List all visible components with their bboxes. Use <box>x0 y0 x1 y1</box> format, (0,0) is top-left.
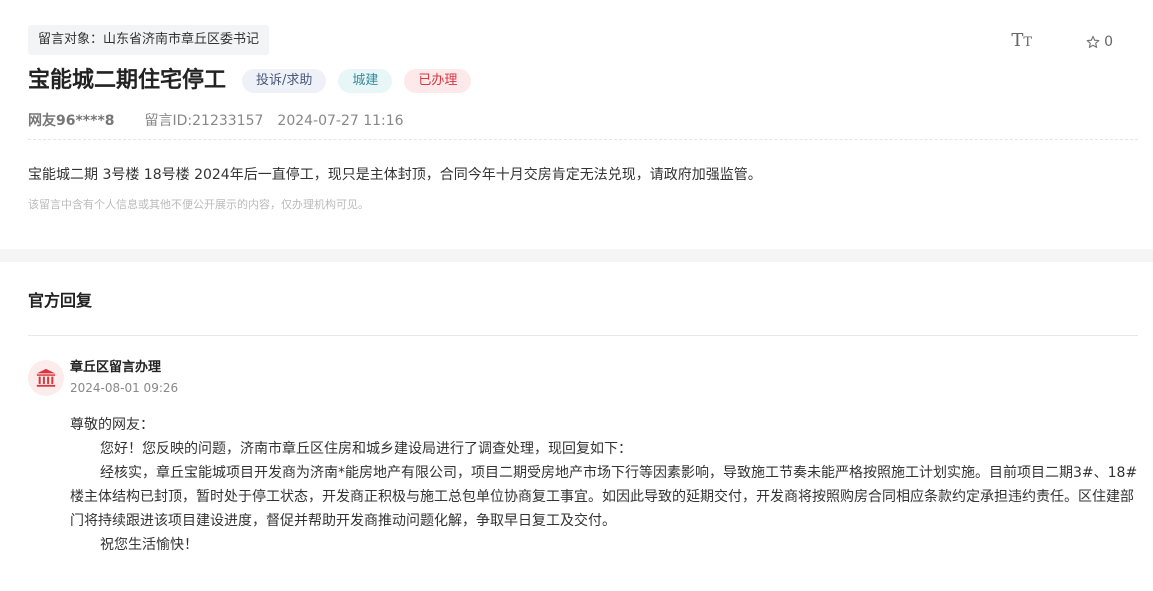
page-title: 宝能城二期住宅停工 <box>28 68 227 93</box>
tag-type: 投诉/求助 <box>242 69 327 93</box>
message-content: 宝能城二期 3号楼 18号楼 2024年后一直停工，现只是主体封顶，合同今年十月… <box>28 167 762 183</box>
favorite-button[interactable]: 0 <box>1086 34 1113 50</box>
reply-department: 章丘区留言办理 <box>70 360 162 375</box>
message-time: 2024-07-27 11:16 <box>277 113 404 129</box>
font-size-icon[interactable]: TT <box>1011 30 1032 54</box>
divider <box>28 139 1138 140</box>
avatar <box>28 360 64 396</box>
government-building-icon <box>36 368 56 387</box>
reply-divider <box>28 335 1138 336</box>
toolbar: TT 0 <box>1011 30 1113 54</box>
reply-section-title: 官方回复 <box>28 291 93 310</box>
star-icon <box>1086 35 1100 49</box>
reply-closing: 祝您生活愉快！ <box>100 537 198 553</box>
message-card: 留言对象：山东省济南市章丘区委书记 TT 0 宝能城二期住宅停工 投诉/求助 城… <box>0 0 1153 249</box>
privacy-note: 该留言中含有个人信息或其他不便公开展示的内容，仅办理机构可见。 <box>28 198 369 211</box>
reply-greeting: 尊敬的网友： <box>70 417 154 433</box>
status-badge: 已办理 <box>404 69 472 93</box>
message-meta: 网友96****8 留言ID:21233157 2024-07-27 11:16 <box>28 110 404 132</box>
reply-paragraph-1: 您好！您反映的问题，济南市章丘区住房和城乡建设局进行了调查处理，现回复如下： <box>100 441 632 457</box>
message-target: 留言对象：山东省济南市章丘区委书记 <box>28 25 270 55</box>
reply-time: 2024-08-01 09:26 <box>70 381 179 395</box>
reply-paragraph-2: 经核实，章丘宝能城项目开发商为济南*能房地产有限公司，项目二期受房地产市场下行等… <box>70 465 1138 529</box>
reply-body: 尊敬的网友： 您好！您反映的问题，济南市章丘区住房和城乡建设局进行了调查处理，现… <box>70 413 1140 557</box>
user-name: 网友96****8 <box>28 113 115 129</box>
message-id: 留言ID:21233157 <box>144 113 264 129</box>
favorite-count: 0 <box>1104 34 1113 50</box>
tag-field: 城建 <box>338 69 393 93</box>
title-row: 宝能城二期住宅停工 投诉/求助 城建 已办理 <box>28 64 483 98</box>
